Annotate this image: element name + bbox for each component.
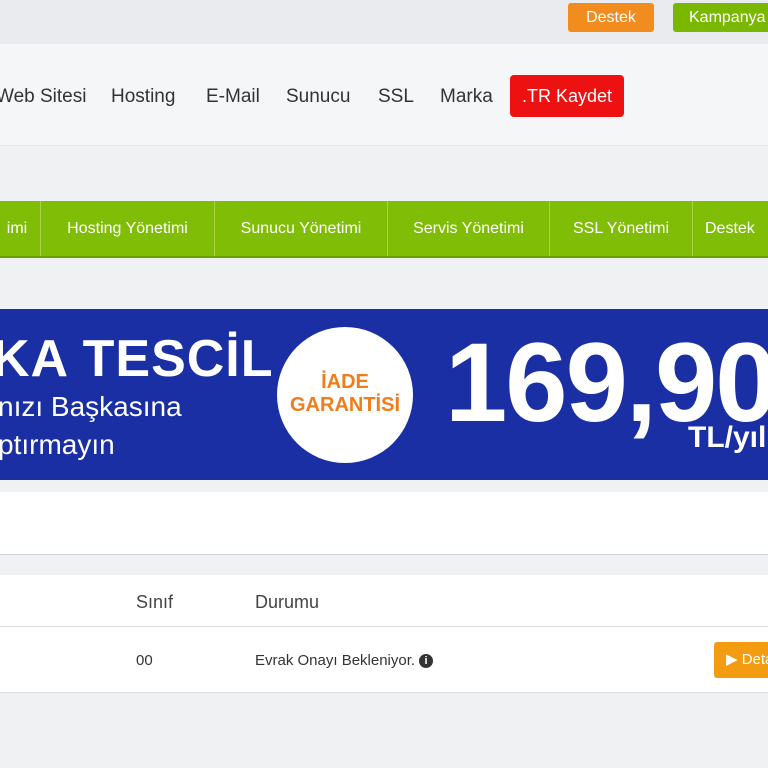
cell-status: Evrak Onayı Bekleniyor. i [255,652,434,669]
trademark-table: Sınıf Durumu 00 Evrak Onayı Bekleniyor. i… [0,575,768,693]
column-header-class: Sınıf [136,592,174,612]
banner-title: KA TESCİL [0,330,274,388]
content-panel [0,492,768,555]
banner-subtitle-line1: nızı Başkasına [0,391,182,422]
menu-item-support[interactable]: Destek [705,201,755,256]
table-divider [0,626,768,627]
management-menu: imi Hosting Yönetimi Sunucu Yönetimi Ser… [0,201,768,258]
detail-button[interactable]: ▶ Detay [714,642,768,678]
badge-line1: İADE [321,371,369,393]
menu-item-hosting-management[interactable]: Hosting Yönetimi [41,201,214,256]
menu-item-server-management[interactable]: Sunucu Yönetimi [215,201,387,256]
info-icon[interactable]: i [419,654,434,669]
status-text: Evrak Onayı Bekleniyor. [255,652,416,669]
table-bottom-border [0,692,768,693]
support-button[interactable]: Destek [568,3,654,32]
detail-button-label: Detay [741,651,768,668]
pointer-cursor-icon: ▶ [726,651,738,668]
tr-register-button[interactable]: .TR Kaydet [510,75,624,117]
cell-class: 00 [136,652,153,669]
spacer-band [0,146,768,201]
nav-item-brand[interactable]: Marka [440,86,493,108]
campaign-button[interactable]: Kampanya [673,3,768,32]
nav-item-website[interactable]: Web Sitesi [0,86,86,108]
menu-item-ssl-management[interactable]: SSL Yönetimi [550,201,692,256]
main-header: Web Sitesi Hosting E-Mail Sunucu SSL Mar… [0,44,768,146]
menu-item-partial[interactable]: imi [0,201,40,256]
nav-item-email[interactable]: E-Mail [206,86,260,108]
menu-divider [692,201,693,256]
promo-banner[interactable]: KA TESCİL nızı Başkasına ptırmayın İADE … [0,309,768,480]
nav-item-ssl[interactable]: SSL [378,86,414,108]
top-bar: Destek Kampanya [0,0,768,44]
banner-price-unit: TL/yıl [688,421,767,454]
badge-line2: GARANTİSİ [290,394,400,416]
refund-guarantee-badge: İADE GARANTİSİ [277,327,413,463]
banner-subtitle-line2: ptırmayın [0,429,115,460]
nav-item-server[interactable]: Sunucu [286,86,350,108]
nav-item-hosting[interactable]: Hosting [111,86,175,108]
column-header-status: Durumu [255,592,320,612]
menu-item-service-management[interactable]: Servis Yönetimi [388,201,549,256]
